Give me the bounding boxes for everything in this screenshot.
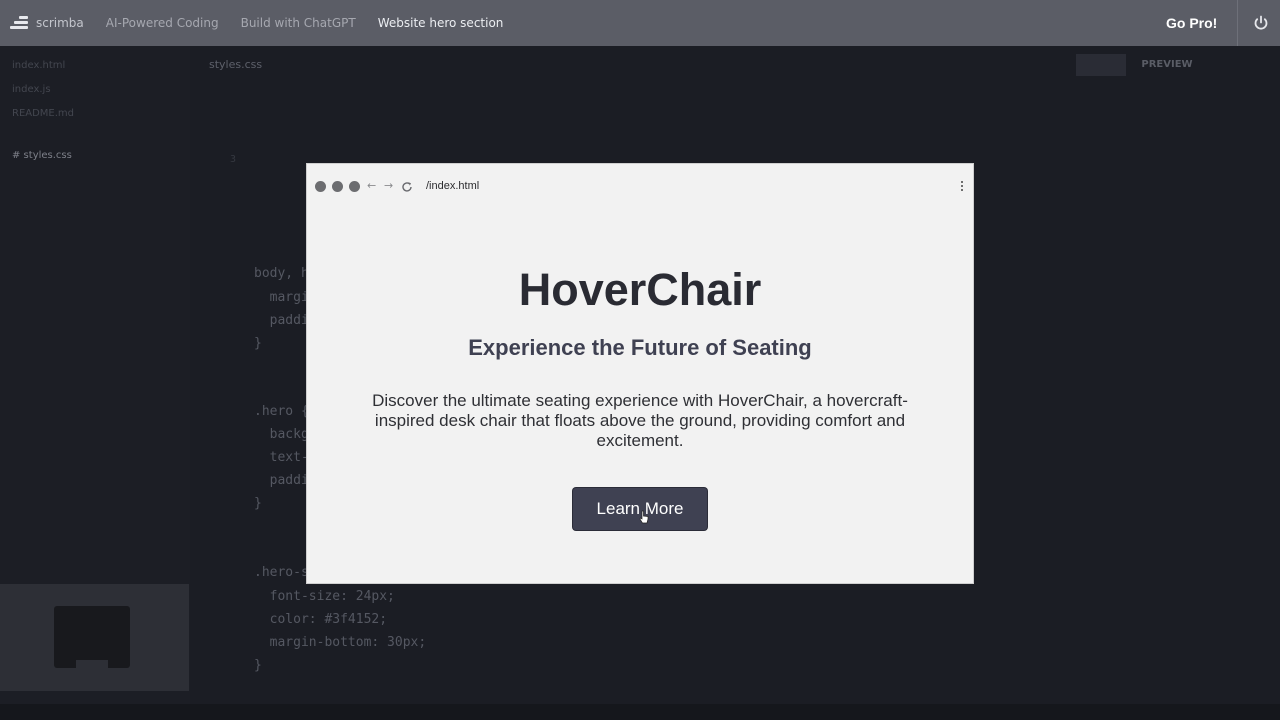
code-line: margin-bottom: 30px; [254,635,427,650]
back-arrow-icon[interactable]: ← [367,179,376,192]
preview-browser-window: ← → /index.html HoverChair Experience th… [307,164,973,583]
file-item-index-html[interactable]: index.html [12,60,65,71]
hero-title: HoverChair [518,264,762,315]
window-dot-icon[interactable] [332,181,343,192]
webcam-video [54,606,130,668]
code-line: } [254,658,262,673]
file-item-styles-css[interactable]: # styles.css [12,150,72,161]
power-icon[interactable] [1253,15,1269,31]
code-line: } [254,336,262,351]
breadcrumb-module[interactable]: Build with ChatGPT [241,16,356,30]
preview-toggle[interactable]: PREVIEW [1140,54,1194,76]
go-pro-button[interactable]: Go Pro! [1166,15,1217,31]
breadcrumb-course[interactable]: AI-Powered Coding [106,16,219,30]
file-item-index-js[interactable]: index.js [12,84,51,95]
scrimba-logo[interactable]: scrimba [10,16,84,30]
more-options-icon[interactable] [961,181,964,193]
reload-icon[interactable] [401,181,413,193]
topbar-divider [1237,0,1238,46]
window-dot-icon[interactable] [315,181,326,192]
line-number: 3 [230,154,237,165]
window-dot-icon[interactable] [349,181,360,192]
code-line: .hero { [254,404,309,419]
code-line: color: #3f4152; [254,612,388,627]
browser-chrome: ← → /index.html [307,164,973,208]
instructor-webcam [0,584,189,691]
address-bar[interactable]: /index.html [426,180,479,192]
code-line: font-size: 24px; [254,589,395,604]
forward-arrow-icon[interactable]: → [384,179,393,192]
scrimba-logo-icon [10,16,28,30]
hero-description: Discover the ultimate seating experience… [372,391,908,450]
editor-tab-styles-css[interactable]: styles.css [209,58,262,71]
top-navigation-bar: scrimba AI-Powered Coding Build with Cha… [0,0,1280,46]
hero-subtitle: Experience the Future of Seating [468,335,812,360]
breadcrumb-current-lesson: Website hero section [377,16,504,30]
file-item-readme[interactable]: README.md [12,108,74,119]
run-button[interactable] [1076,54,1126,76]
logo-text: scrimba [36,16,84,30]
bottom-control-bar [0,704,1280,720]
code-line: } [254,496,262,511]
mouse-cursor-icon [639,510,649,524]
